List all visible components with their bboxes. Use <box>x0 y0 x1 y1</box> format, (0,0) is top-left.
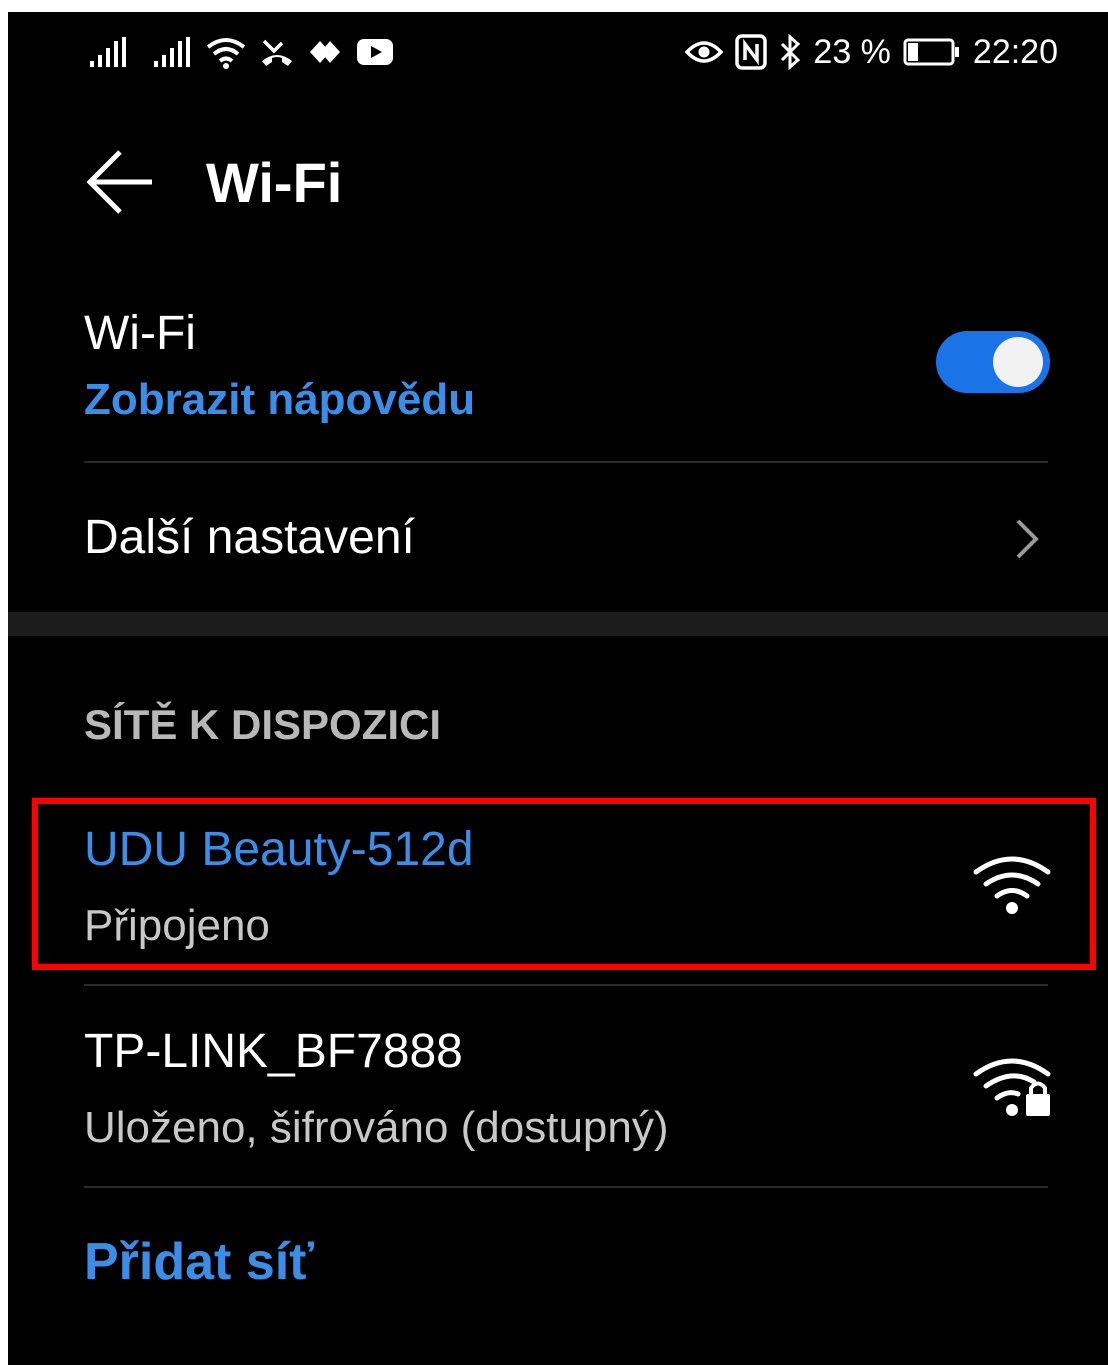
status-bar-left <box>88 32 394 72</box>
battery-icon <box>903 38 959 66</box>
network-name: UDU Beauty-512d <box>84 823 474 876</box>
section-separator <box>8 612 1108 636</box>
battery-percent: 23 % <box>813 33 891 71</box>
page-title: Wi-Fi <box>206 151 343 214</box>
help-link[interactable]: Zobrazit nápovědu <box>84 375 475 424</box>
divider <box>84 1186 1048 1188</box>
signal-icon <box>90 37 126 67</box>
arrow-left-icon <box>86 150 152 214</box>
status-bar: 23 % 22:20 <box>8 12 1108 92</box>
more-settings-label: Další nastavení <box>84 511 415 564</box>
wifi-toggle-switch[interactable] <box>936 331 1050 393</box>
youtube-icon <box>357 39 393 65</box>
wifi-toggle-label: Wi-Fi <box>84 307 196 360</box>
wifi-signal-icon <box>973 856 1051 914</box>
data-saver-icon <box>310 41 340 63</box>
network-item-tp-link[interactable] <box>8 988 1108 1186</box>
chevron-right-icon <box>1016 519 1039 559</box>
network-name: TP-LINK_BF7888 <box>84 1025 463 1078</box>
add-network-button[interactable]: Přidat síť <box>84 1233 314 1291</box>
network-status: Připojeno <box>84 901 270 950</box>
wifi-settings-screen: 23 % 22:20 Wi-Fi Wi-Fi Zobrazit nápovědu… <box>8 12 1108 1365</box>
status-bar-right: 23 % 22:20 <box>685 30 1058 74</box>
available-networks-header: SÍTĚ K DISPOZICI <box>84 701 442 748</box>
wifi-icon <box>206 38 246 69</box>
network-status: Uloženo, šifrováno (dostupný) <box>84 1103 669 1152</box>
wifi-locked-icon <box>973 1058 1051 1116</box>
toggle-knob <box>993 337 1043 387</box>
nfc-icon <box>735 34 768 70</box>
signal-icon <box>154 37 190 67</box>
back-button[interactable] <box>82 142 158 222</box>
clock: 22:20 <box>972 33 1058 71</box>
eye-icon <box>685 41 724 63</box>
divider <box>84 461 1048 463</box>
divider <box>84 984 1048 986</box>
missed-call-icon <box>262 39 292 66</box>
bluetooth-icon <box>781 34 801 70</box>
